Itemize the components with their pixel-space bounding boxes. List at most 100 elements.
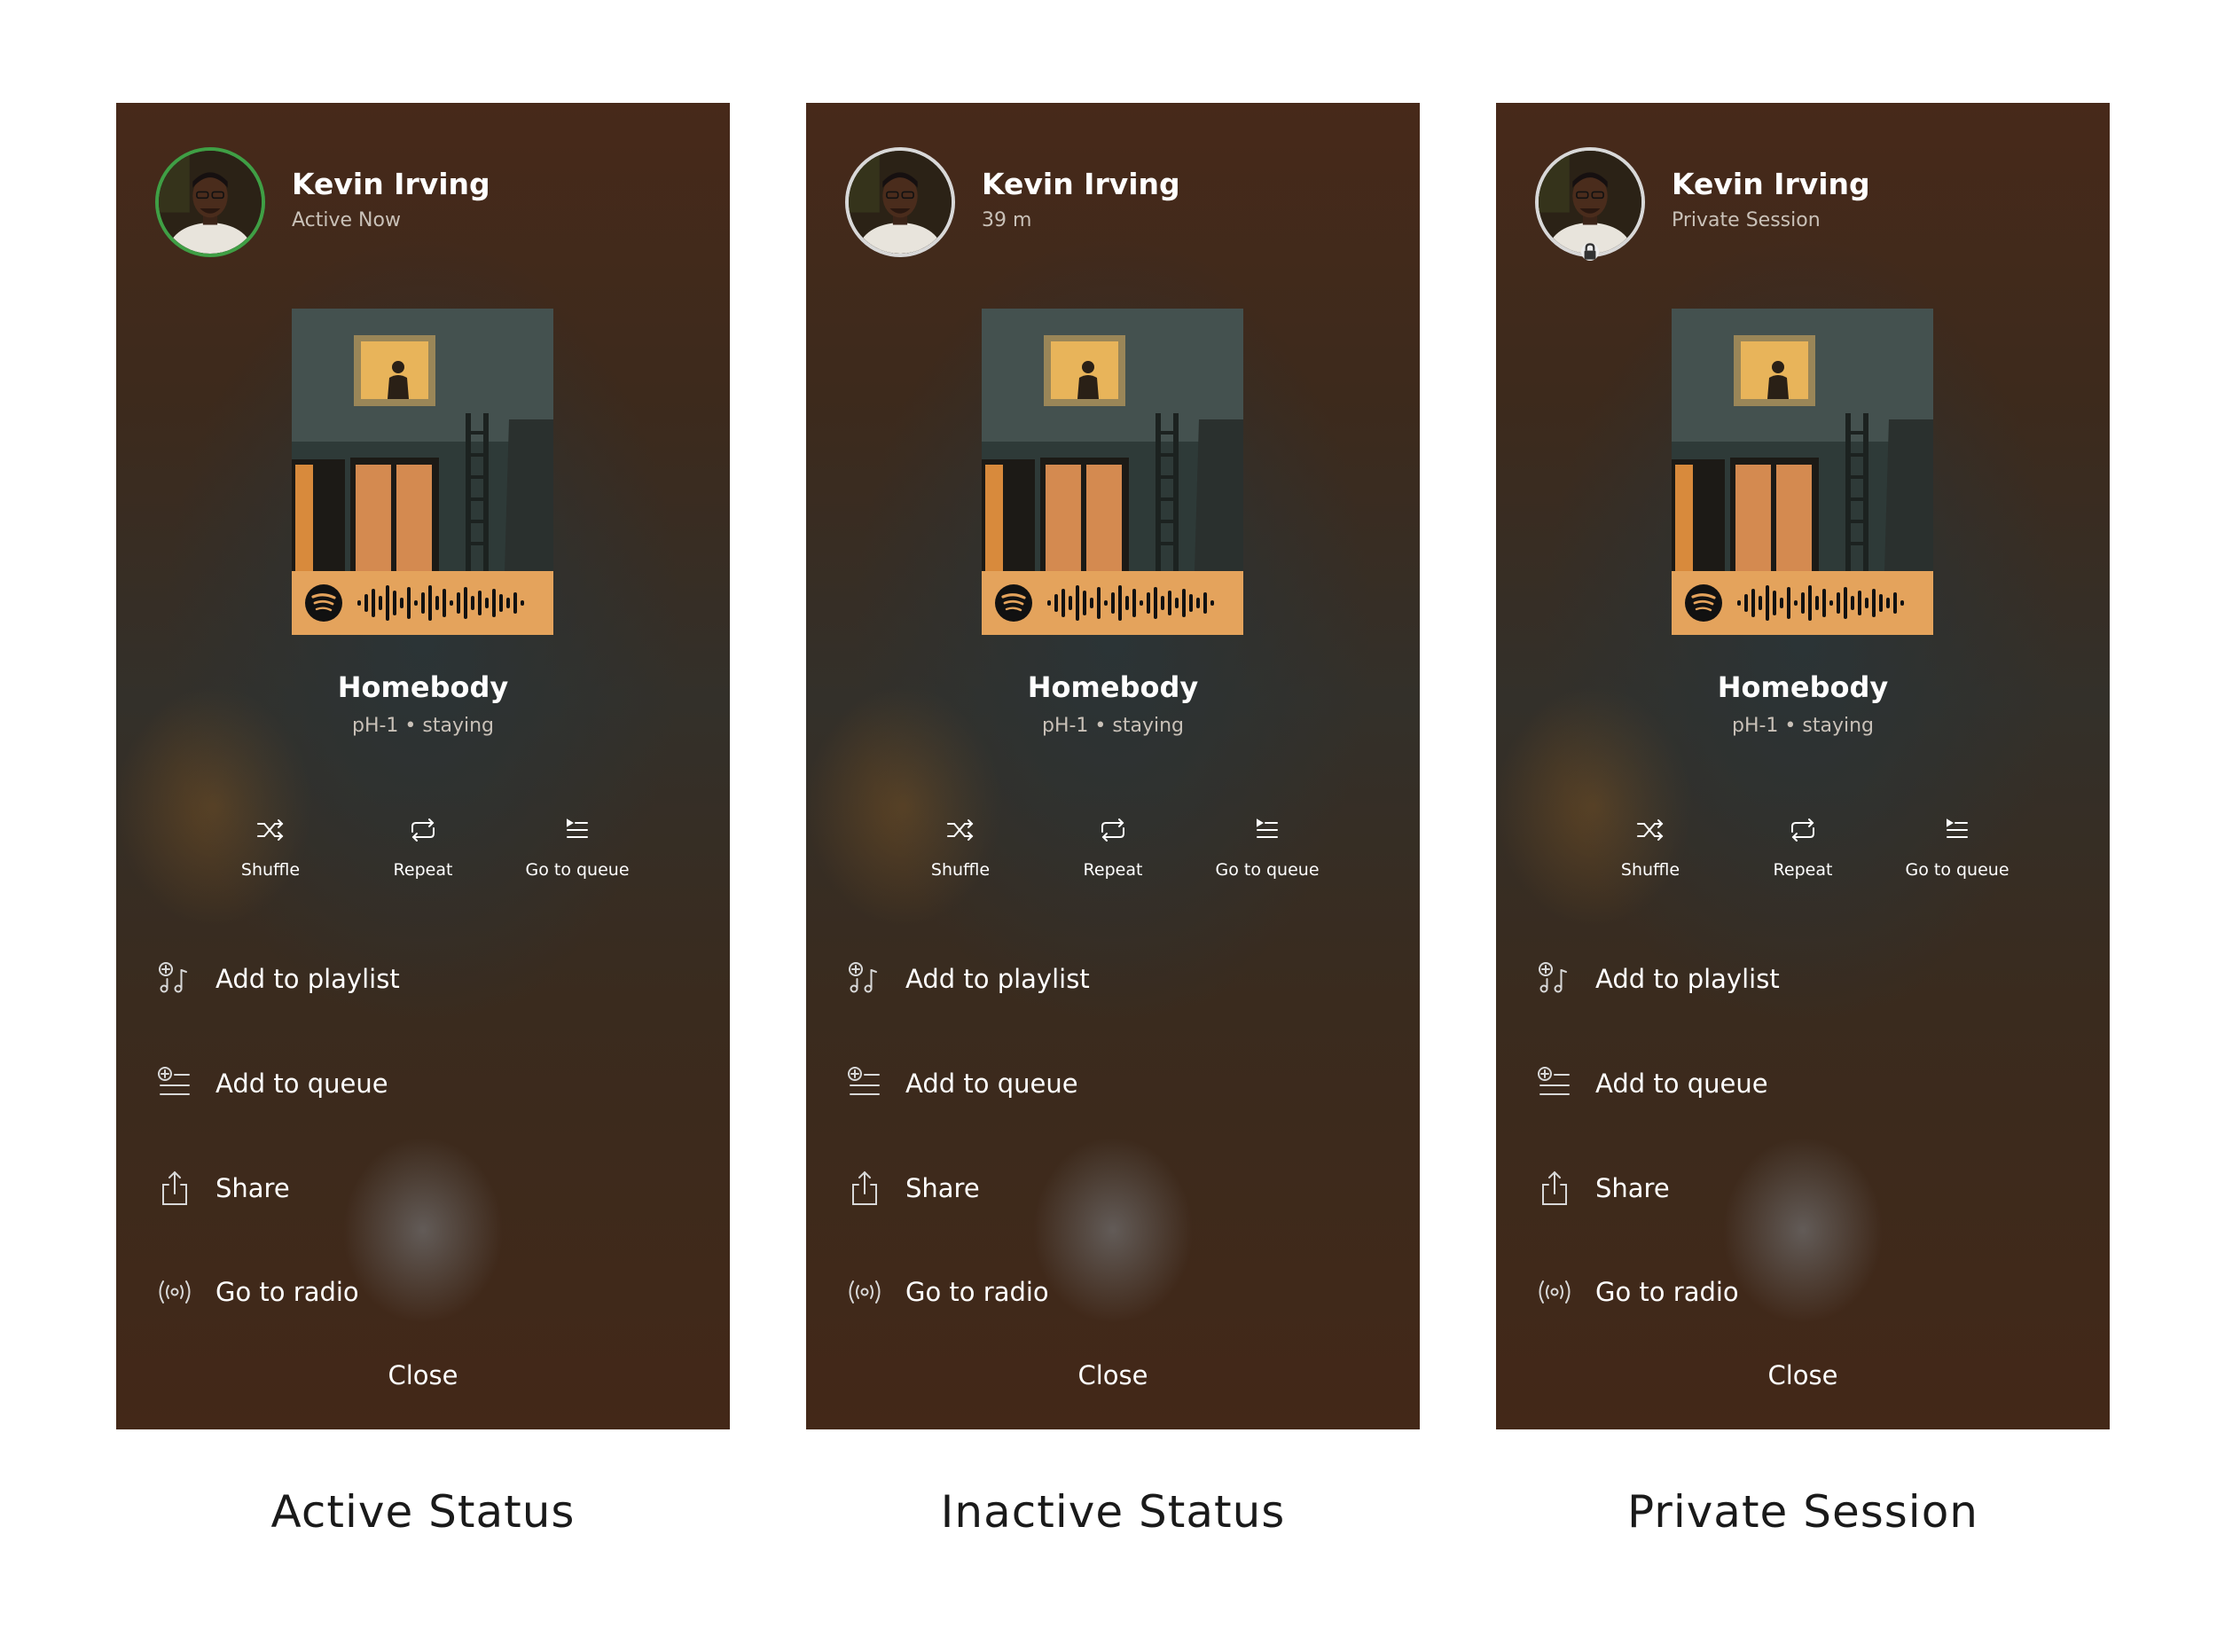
add-to-playlist-icon <box>1539 962 1567 993</box>
menu-add-to-playlist[interactable]: Add to playlist <box>845 954 1377 1004</box>
shuffle-button[interactable]: Shuffle <box>200 812 341 880</box>
menu-add-to-playlist-label: Add to playlist <box>215 964 400 994</box>
blurred-background <box>1496 103 2110 1429</box>
add-to-playlist-icon <box>849 962 877 993</box>
repeat-button[interactable]: Repeat <box>1732 812 1874 880</box>
radio-icon <box>849 1280 881 1304</box>
menu-go-to-radio-label: Go to radio <box>1595 1277 1739 1307</box>
lock-icon <box>1581 243 1599 261</box>
add-to-queue-icon <box>1538 1067 1570 1095</box>
close-button[interactable]: Close <box>806 1360 1420 1390</box>
blurred-background <box>116 103 730 1429</box>
spotify-code[interactable] <box>1672 571 1933 635</box>
radio-icon <box>1539 1280 1571 1304</box>
go-to-queue-button[interactable]: Go to queue <box>1196 812 1338 880</box>
repeat-button[interactable]: Repeat <box>1042 812 1184 880</box>
go-to-queue-button[interactable]: Go to queue <box>506 812 648 880</box>
shuffle-button[interactable]: Shuffle <box>1579 812 1721 880</box>
shuffle-label: Shuffle <box>240 860 301 880</box>
share-icon <box>852 1170 877 1205</box>
shuffle-label: Shuffle <box>930 860 991 880</box>
menu-share-label: Share <box>1595 1173 1670 1203</box>
menu-add-to-queue[interactable]: Add to queue <box>1535 1059 2067 1108</box>
shuffle-label: Shuffle <box>1620 860 1680 880</box>
queue-icon <box>1257 818 1278 838</box>
go-to-queue-label: Go to queue <box>525 860 630 880</box>
album-cover[interactable] <box>982 309 1243 635</box>
user-name[interactable]: Kevin Irving <box>292 167 490 201</box>
spotify-code[interactable] <box>292 571 553 635</box>
user-name[interactable]: Kevin Irving <box>1672 167 1870 201</box>
shuffle-icon <box>1637 819 1664 841</box>
menu-add-to-playlist[interactable]: Add to playlist <box>155 954 687 1004</box>
share-icon <box>162 1170 187 1205</box>
close-button[interactable]: Close <box>116 1360 730 1390</box>
menu-go-to-radio[interactable]: Go to radio <box>155 1267 687 1317</box>
menu-share[interactable]: Share <box>1535 1163 2067 1213</box>
queue-icon <box>567 818 588 838</box>
queue-icon <box>1947 818 1968 838</box>
menu-add-to-queue[interactable]: Add to queue <box>845 1059 1377 1108</box>
shuffle-button[interactable]: Shuffle <box>889 812 1031 880</box>
menu-add-to-queue-label: Add to queue <box>1595 1069 1768 1099</box>
menu-add-to-playlist-label: Add to playlist <box>905 964 1090 994</box>
spotify-code-bars <box>1685 584 1904 622</box>
user-status: Private Session <box>1672 209 1821 231</box>
menu-go-to-radio[interactable]: Go to radio <box>1535 1267 2067 1317</box>
menu-share[interactable]: Share <box>155 1163 687 1213</box>
repeat-label: Repeat <box>393 860 453 880</box>
go-to-queue-button[interactable]: Go to queue <box>1886 812 2028 880</box>
user-status: Active Now <box>292 209 401 231</box>
avatar-photo <box>1539 151 1641 254</box>
avatar[interactable] <box>1535 147 1645 261</box>
track-artist-album[interactable]: pH-1 • staying <box>806 715 1420 737</box>
spotify-code-bars <box>995 584 1214 622</box>
track-title: Homebody <box>1027 670 1199 704</box>
menu-share-label: Share <box>905 1173 980 1203</box>
avatar-photo <box>849 151 952 254</box>
avatar[interactable] <box>845 147 955 257</box>
add-to-playlist-icon <box>159 962 187 993</box>
panel-inactive-status: Kevin Irving 39 m Homebody pH-1 • stayin… <box>806 103 1420 1429</box>
track-artist-album[interactable]: pH-1 • staying <box>1496 715 2110 737</box>
menu-go-to-radio[interactable]: Go to radio <box>845 1267 1377 1317</box>
share-icon <box>1542 1170 1567 1205</box>
repeat-label: Repeat <box>1773 860 1833 880</box>
avatar-photo <box>159 151 262 254</box>
menu-go-to-radio-label: Go to radio <box>215 1277 359 1307</box>
spotify-code[interactable] <box>982 571 1243 635</box>
track-artist-album[interactable]: pH-1 • staying <box>116 715 730 737</box>
avatar[interactable] <box>155 147 265 257</box>
user-status: 39 m <box>982 209 1032 231</box>
panel-active-status: Kevin Irving Active Now Homebody pH-1 • … <box>116 103 730 1429</box>
caption-active-status: Active Status <box>270 1486 576 1538</box>
menu-add-to-playlist[interactable]: Add to playlist <box>1535 954 2067 1004</box>
caption-inactive-status: Inactive Status <box>940 1486 1286 1538</box>
panel-private-session: Kevin Irving Private Session Homebody pH… <box>1496 103 2110 1429</box>
go-to-queue-label: Go to queue <box>1905 860 2009 880</box>
album-cover[interactable] <box>292 309 553 635</box>
caption-private-session: Private Session <box>1627 1486 1978 1538</box>
repeat-icon <box>1101 818 1124 842</box>
menu-go-to-radio-label: Go to radio <box>905 1277 1049 1307</box>
menu-add-to-queue[interactable]: Add to queue <box>155 1059 687 1108</box>
add-to-queue-icon <box>848 1067 880 1095</box>
user-name[interactable]: Kevin Irving <box>982 167 1180 201</box>
blurred-background <box>806 103 1420 1429</box>
repeat-label: Repeat <box>1083 860 1143 880</box>
menu-add-to-queue-label: Add to queue <box>215 1069 388 1099</box>
menu-share-label: Share <box>215 1173 290 1203</box>
go-to-queue-label: Go to queue <box>1215 860 1320 880</box>
close-button[interactable]: Close <box>1496 1360 2110 1390</box>
menu-add-to-playlist-label: Add to playlist <box>1595 964 1780 994</box>
menu-add-to-queue-label: Add to queue <box>905 1069 1078 1099</box>
menu-share[interactable]: Share <box>845 1163 1377 1213</box>
track-title: Homebody <box>337 670 509 704</box>
album-cover[interactable] <box>1672 309 1933 635</box>
repeat-button[interactable]: Repeat <box>352 812 494 880</box>
shuffle-icon <box>257 819 284 841</box>
track-title: Homebody <box>1717 670 1889 704</box>
spotify-code-bars <box>305 584 524 622</box>
album-art <box>982 309 1243 571</box>
album-art <box>292 309 553 571</box>
